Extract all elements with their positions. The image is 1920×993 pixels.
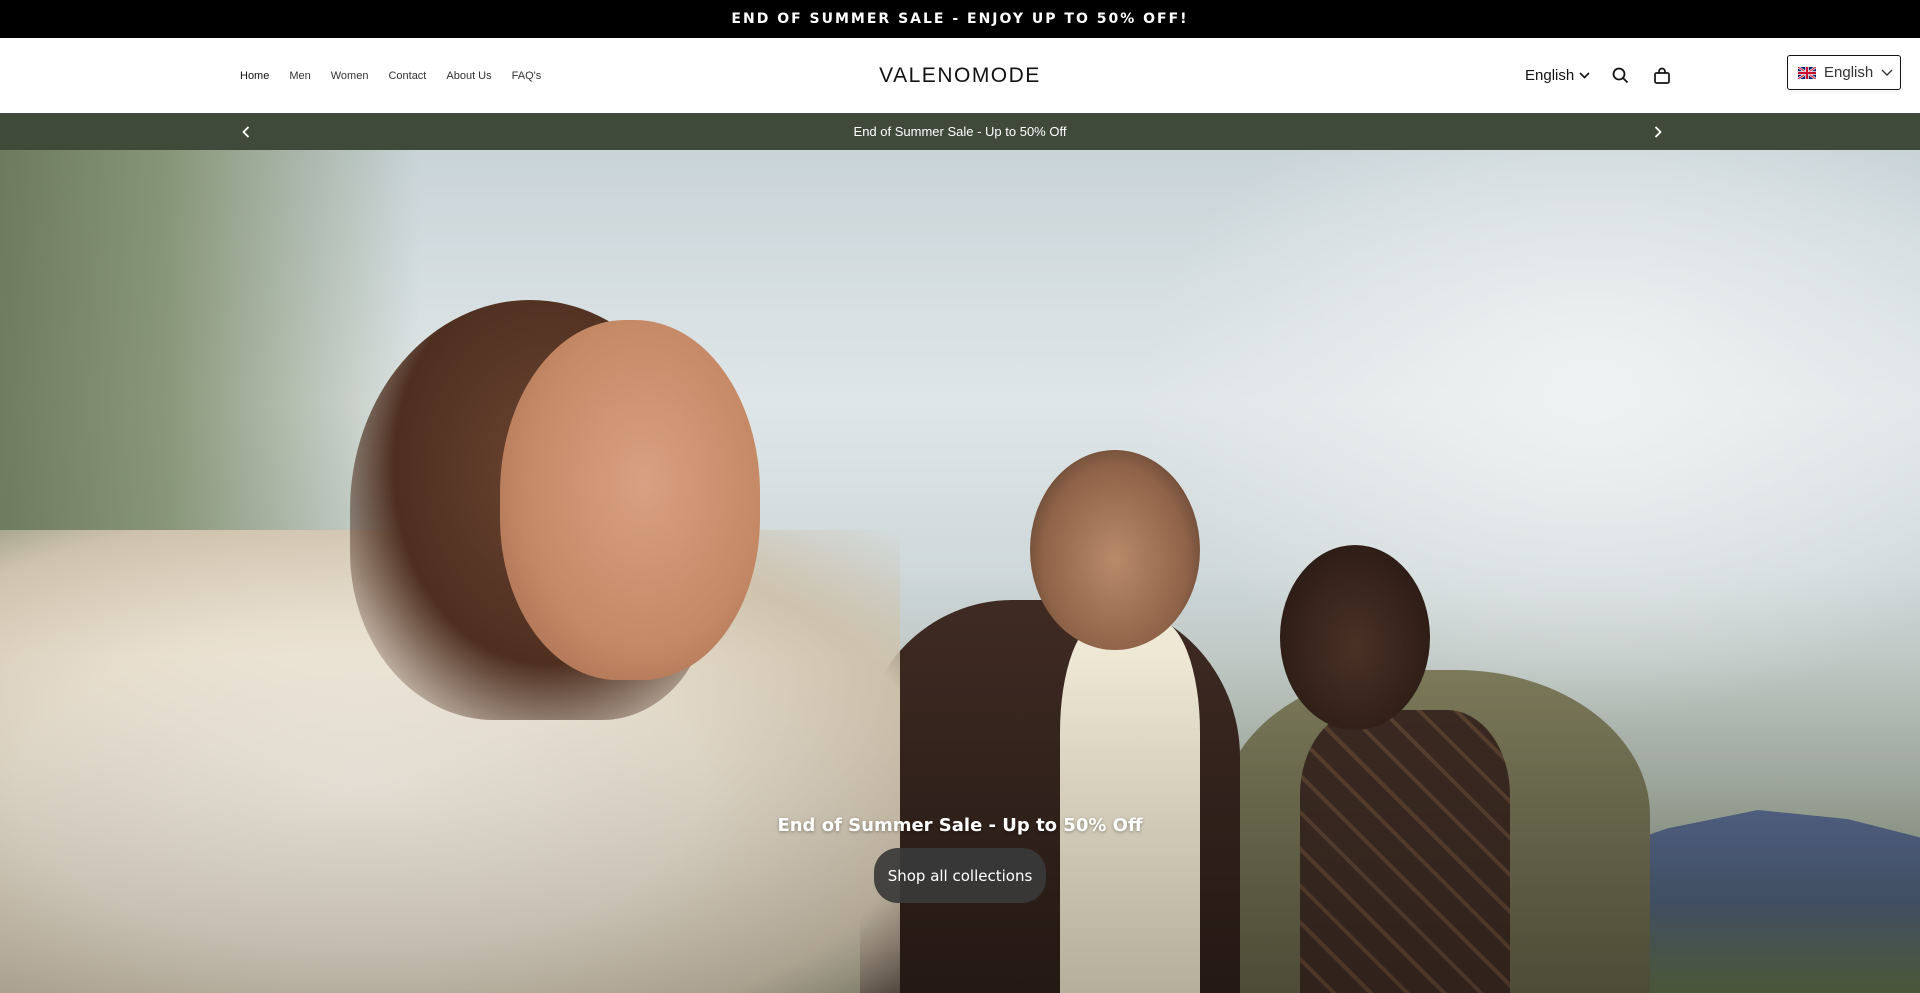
promo-bar-text: END OF SUMMER SALE - ENJOY UP TO 50% OFF… [731,11,1189,27]
promo-bar: END OF SUMMER SALE - ENJOY UP TO 50% OFF… [0,0,1920,38]
chevron-right-icon [1654,125,1662,138]
search-icon [1612,67,1628,84]
nav-link-home[interactable]: Home [240,70,269,82]
cart-icon [1654,67,1671,84]
chevron-down-icon [1881,69,1893,76]
hero-banner: End of Summer Sale - Up to 50% Off Shop … [0,150,1920,993]
uk-flag-icon [1798,66,1816,79]
chevron-left-icon [242,125,250,138]
language-switcher-widget[interactable]: English [1787,55,1901,90]
language-selector[interactable]: English [1525,67,1590,84]
nav-link-about-us[interactable]: About Us [446,70,491,82]
nav-link-contact[interactable]: Contact [388,70,426,82]
header-actions: English [1525,38,1692,113]
language-label: English [1525,67,1575,84]
search-button[interactable] [1608,64,1632,88]
hero-title: End of Summer Sale - Up to 50% Off [777,815,1143,836]
shop-all-collections-button[interactable]: Shop all collections [874,848,1046,903]
chevron-down-icon [1579,72,1590,79]
announcement-bar: End of Summer Sale - Up to 50% Off [0,113,1920,150]
nav-link-men[interactable]: Men [289,70,310,82]
nav-link-women[interactable]: Women [331,70,369,82]
main-nav: Home Men Women Contact About Us FAQ's [240,38,561,113]
announcement-next-button[interactable] [1646,113,1670,150]
language-widget-label: English [1824,64,1874,81]
site-header: Home Men Women Contact About Us FAQ's VA… [0,38,1920,113]
announcement-text: End of Summer Sale - Up to 50% Off [853,124,1067,139]
hero-content: End of Summer Sale - Up to 50% Off Shop … [0,811,1920,903]
announcement-prev-button[interactable] [234,113,258,150]
cart-button[interactable] [1650,64,1674,88]
site-logo[interactable]: VALENOMODE [879,64,1041,88]
nav-link-faq[interactable]: FAQ's [512,70,542,82]
